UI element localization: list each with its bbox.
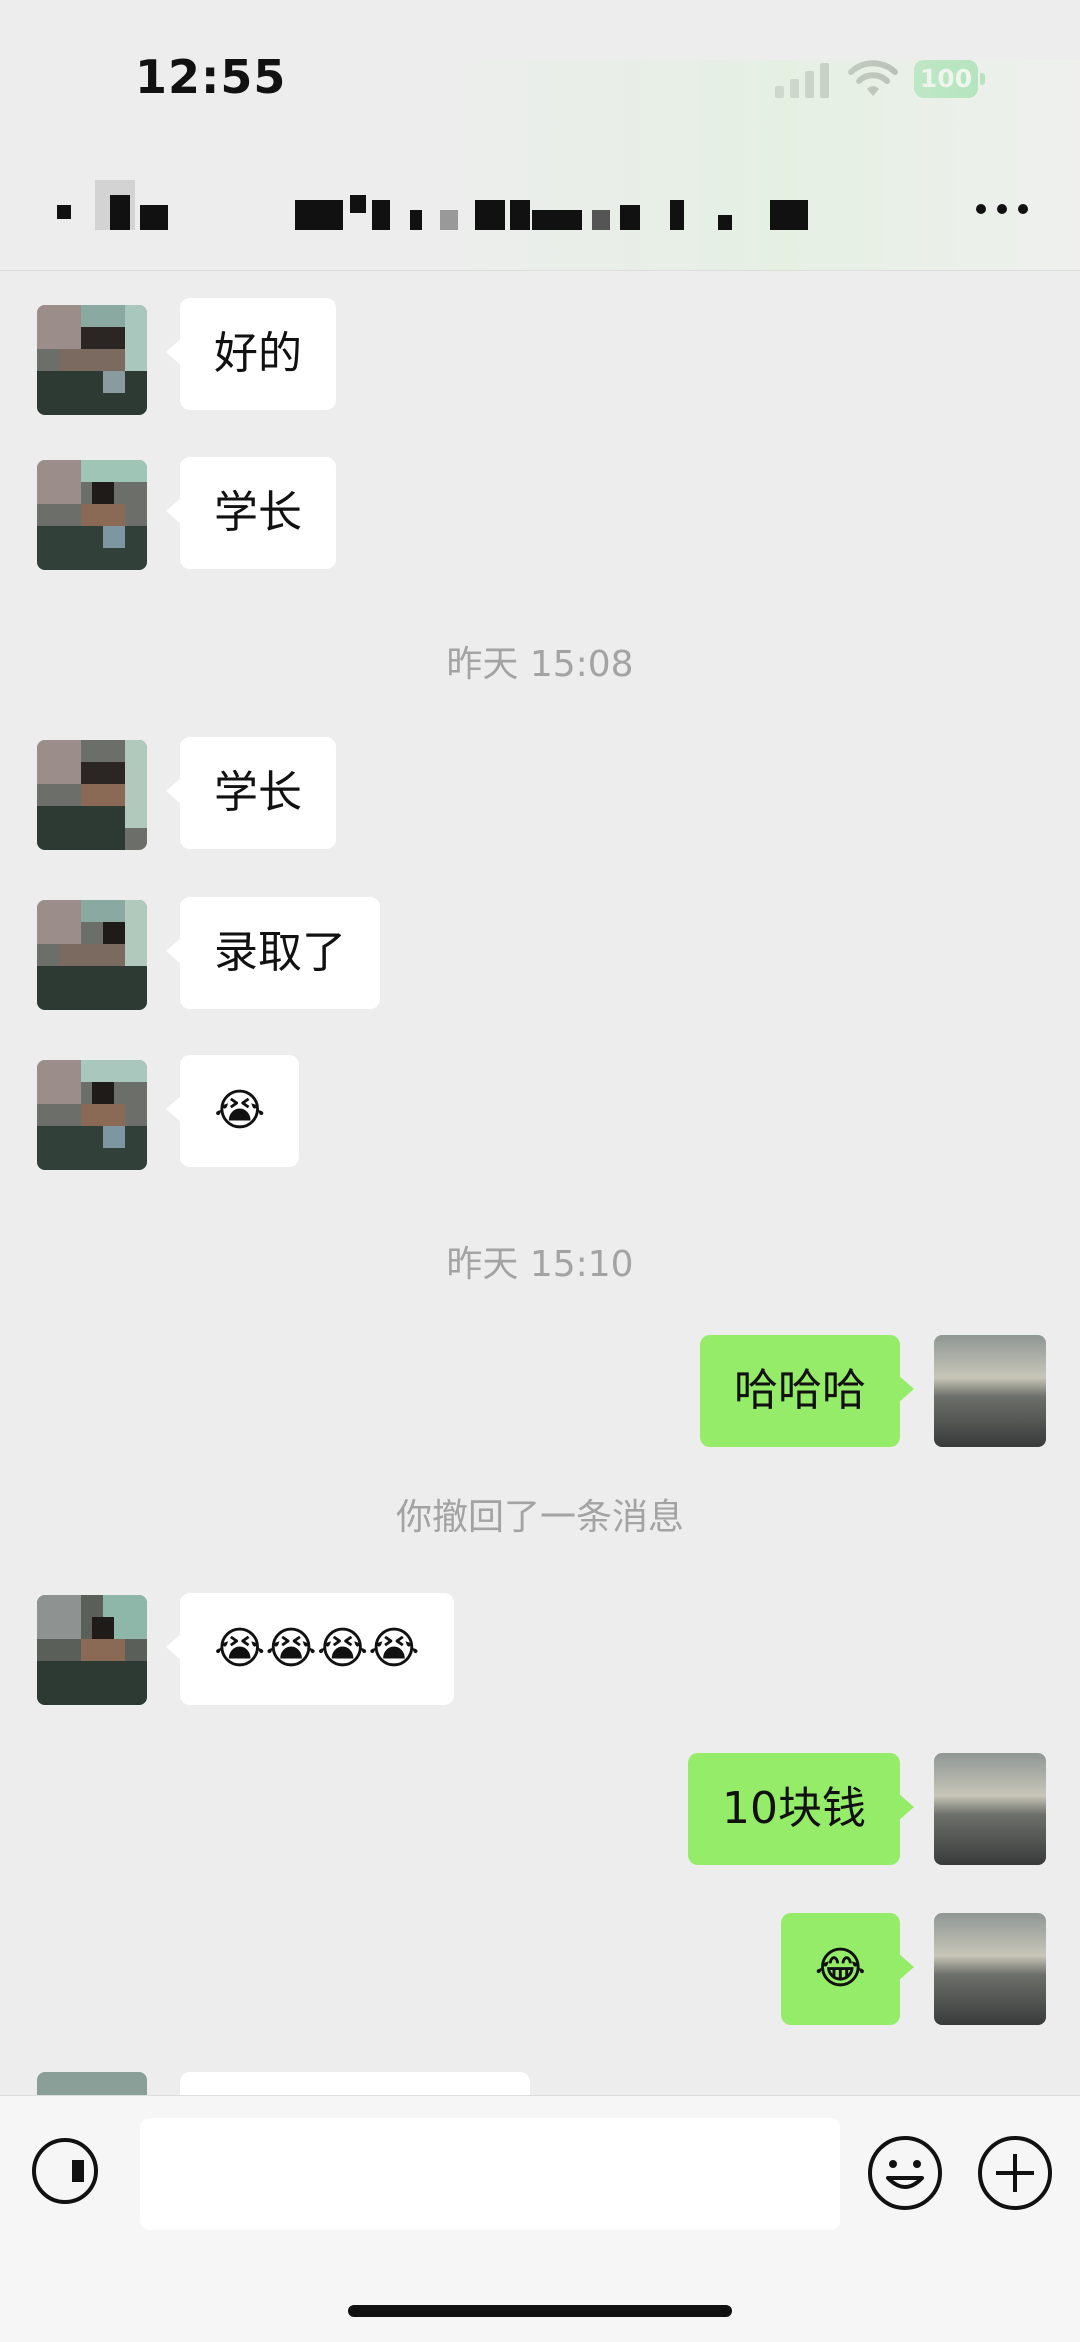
message-bubble-incoming-partial[interactable] <box>180 2072 530 2095</box>
status-time: 12:55 <box>135 50 287 104</box>
contact-avatar[interactable] <box>37 2072 147 2095</box>
timestamp: 昨天 15:10 <box>446 1244 634 1285</box>
message-bubble-incoming[interactable]: 录取了 <box>166 897 380 1009</box>
message-bubble-incoming[interactable]: 学长 <box>166 737 336 849</box>
message-bubble-outgoing[interactable]: 10块钱 <box>688 1753 914 1865</box>
message-bubble-incoming[interactable]: 😭 <box>165 1055 300 1167</box>
contact-avatar[interactable] <box>37 460 147 570</box>
more-dots-icon[interactable] <box>974 202 1030 216</box>
voice-icon[interactable] <box>30 2136 100 2206</box>
contact-avatar[interactable] <box>37 740 147 850</box>
chat-message-list[interactable]: 好的 学长 昨天 15:08 学长 录取了 😭 昨天 15:10 哈哈哈 你撤回… <box>0 270 1080 2095</box>
contact-avatar[interactable] <box>37 305 147 415</box>
emoji-icon[interactable] <box>866 2134 944 2212</box>
recall-notice[interactable]: 你撤回了一条消息 <box>0 1488 1080 1540</box>
my-avatar[interactable] <box>934 1753 1046 1865</box>
message-input[interactable] <box>140 2118 840 2230</box>
message-bubble-outgoing[interactable]: 😂 <box>780 1913 915 2025</box>
header-blur <box>420 60 1080 270</box>
message-bubble-outgoing[interactable]: 哈哈哈 <box>700 1335 914 1447</box>
chat-header <box>0 60 1080 271</box>
message-bubble-incoming[interactable]: 😭😭😭😭 <box>166 1593 454 1705</box>
timestamp: 昨天 15:08 <box>446 644 634 685</box>
home-indicator[interactable] <box>348 2305 732 2317</box>
plus-icon[interactable] <box>976 2134 1054 2212</box>
contact-avatar[interactable] <box>37 1595 147 1705</box>
my-avatar[interactable] <box>934 1913 1046 2025</box>
contact-avatar[interactable] <box>37 1060 147 1170</box>
message-bubble-incoming[interactable]: 学长 <box>166 457 336 569</box>
message-bubble-incoming[interactable]: 好的 <box>166 298 336 410</box>
my-avatar[interactable] <box>934 1335 1046 1447</box>
contact-avatar[interactable] <box>37 900 147 1010</box>
